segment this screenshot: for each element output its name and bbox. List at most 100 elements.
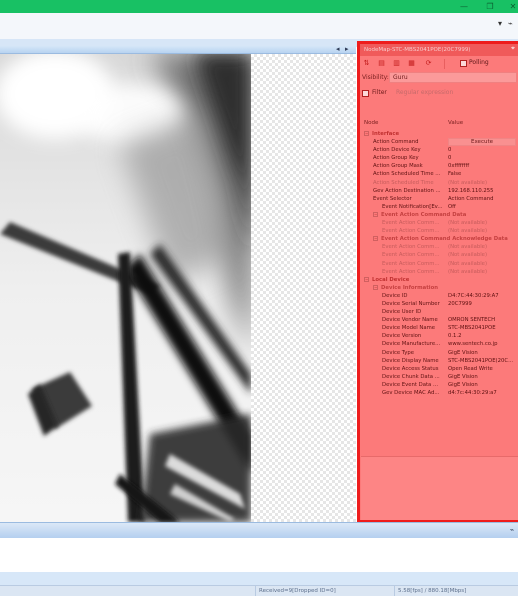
tree-node-row[interactable]: Action Command Execute [360, 138, 518, 147]
scroll-right-icon[interactable]: ▸ [345, 45, 349, 53]
execute-button[interactable]: Execute [448, 138, 516, 147]
tree-node-row[interactable]: Device Model Name STC-MBS2041POE [360, 324, 518, 332]
tree-node-row[interactable]: Event Selector Action Command [360, 195, 518, 203]
node-value[interactable]: STC-MBS2041POE [448, 324, 516, 332]
collapse-icon[interactable]: − [364, 276, 369, 282]
tree-node-row[interactable]: Gev Action Destination ... 192.168.110.25… [360, 187, 518, 195]
panel-pin-icon[interactable]: ⌖ [511, 44, 515, 53]
camera-image-view[interactable] [0, 54, 251, 522]
refresh-icon[interactable]: ⟳ [424, 59, 433, 68]
tree-node-row[interactable]: Device Manufacture... www.sentech.co.jp [360, 340, 518, 348]
node-value[interactable]: Action Command [448, 195, 516, 203]
collapse-icon[interactable]: − [373, 211, 378, 217]
tree-category[interactable]: − Local Device [360, 276, 518, 284]
filter-placeholder: Regular expression [396, 89, 454, 96]
tree-node-row[interactable]: Action Group Mask 0xffffffff [360, 162, 518, 170]
tree-node-row[interactable]: Event Action Comm... (Not available) [360, 251, 518, 259]
node-value[interactable]: GigE Vision [448, 349, 516, 357]
dropdown-arrow-icon[interactable]: ▾ [498, 19, 502, 28]
node-value[interactable]: GigE Vision [448, 373, 516, 381]
tree-node-row[interactable]: Event Action Comm... (Not available) [360, 260, 518, 268]
tree-node-row[interactable]: Device Vendor Name OMRON SENTECH [360, 316, 518, 324]
node-value[interactable]: D4:7C:44:30:29:A7 [448, 292, 516, 300]
toolbar-separator [444, 59, 445, 69]
tree-node-row[interactable]: Event Notification[Ev... Off [360, 203, 518, 211]
node-value[interactable]: Off [448, 203, 516, 211]
node-value[interactable]: False [448, 170, 516, 178]
tree-node-row[interactable]: Device Event Data ... GigE Vision [360, 381, 518, 389]
category-view-icon[interactable]: ▦ [407, 59, 416, 68]
tree-node-row[interactable]: Device Serial Number 20C7999 [360, 300, 518, 308]
polling-checkbox[interactable] [460, 60, 467, 67]
filter-label: Filter [372, 89, 387, 96]
received-status: Received=9[Dropped ID=0] [255, 586, 393, 596]
tree-node-row[interactable]: Event Action Comm... (Not available) [360, 268, 518, 276]
tree-node-row[interactable]: Action Device Key 0 [360, 146, 518, 154]
tree-node-row[interactable]: Device Display Name STC-MBS2041POE(20C... [360, 357, 518, 365]
node-label: Device Chunk Data ... [382, 373, 440, 380]
collapse-icon[interactable]: − [373, 236, 378, 242]
scroll-left-icon[interactable]: ◂ [336, 45, 340, 53]
tree-node-row[interactable]: Event Action Comm... (Not available) [360, 227, 518, 235]
close-button[interactable]: ✕ [505, 0, 518, 13]
node-label: Action Command [373, 139, 419, 146]
tree-node-row[interactable]: Device Type GigE Vision [360, 349, 518, 357]
node-value[interactable]: d4:7c:44:30:29:a7 [448, 389, 516, 397]
node-label: Gev Action Destination ... [373, 187, 441, 194]
node-label: Device ID [382, 292, 408, 299]
expand-all-icon[interactable]: ▤ [377, 59, 386, 68]
node-value[interactable]: GigE Vision [448, 381, 516, 389]
node-label: Action Scheduled Time [373, 179, 434, 186]
panel-title: NodeMap-STC-MBS2041POE(20C7999) [360, 44, 518, 56]
filter-checkbox[interactable] [362, 90, 369, 97]
tree-node-row[interactable]: Device Access Status Open Read Write [360, 365, 518, 373]
node-value[interactable]: www.sentech.co.jp [448, 340, 516, 348]
status-separator [0, 572, 518, 585]
tree-node-row[interactable]: Action Scheduled Time (Not available) [360, 179, 518, 187]
tree-node-row[interactable]: Action Scheduled Time ... False [360, 170, 518, 178]
tree-category[interactable]: − Interface [360, 130, 518, 138]
node-value[interactable]: 192.168.110.255 [448, 187, 516, 195]
node-value: (Not available) [448, 260, 488, 267]
node-label: Device Vendor Name [382, 317, 438, 324]
tree-node-row[interactable]: Device Version 0.1.2 [360, 332, 518, 340]
sort-az-icon[interactable]: ⇅ [362, 59, 371, 68]
tree-node-row[interactable]: Event Action Comm... (Not available) [360, 219, 518, 227]
pin-icon[interactable]: ⌁ [508, 19, 513, 28]
node-value[interactable]: 0.1.2 [448, 332, 516, 340]
node-value[interactable]: 0xffffffff [448, 162, 516, 170]
collapse-icon[interactable]: − [373, 284, 378, 290]
column-header-value[interactable]: Value [448, 120, 463, 126]
node-value[interactable]: STC-MBS2041POE(20C... [448, 357, 516, 365]
tree-node-row[interactable]: Device ID D4:7C:44:30:29:A7 [360, 292, 518, 300]
node-value: (Not available) [448, 228, 488, 235]
node-value[interactable]: 0 [448, 146, 516, 154]
tree-node-row[interactable]: Event Action Comm... (Not available) [360, 243, 518, 251]
node-label: Event Action Comm... [382, 220, 440, 227]
node-value[interactable]: 20C7999 [448, 300, 516, 308]
filter-input[interactable]: Regular expression [393, 88, 517, 98]
tree-node-row[interactable]: Device User ID [360, 308, 518, 316]
tree-node-row[interactable]: Action Group Key 0 [360, 154, 518, 162]
restore-button[interactable]: ❐ [482, 0, 498, 13]
column-header-node[interactable]: Node [364, 120, 378, 126]
tree-category[interactable]: − Event Action Command Data [360, 211, 518, 219]
node-value[interactable]: Open Read Write [448, 365, 516, 373]
application-window: { "window": { "minimize_glyph": "—", "re… [0, 0, 518, 596]
node-label: Action Group Key [373, 155, 419, 162]
visibility-select[interactable]: Guru [389, 72, 517, 83]
dock-pin-icon[interactable]: ⌁ [510, 526, 514, 534]
collapse-icon[interactable]: − [364, 131, 369, 136]
dock-bar: ⌁ [0, 522, 518, 538]
collapse-all-icon[interactable]: ▥ [392, 59, 401, 68]
tree-category[interactable]: − Device Information [360, 284, 518, 292]
tree-category[interactable]: − Event Action Command Acknowledge Data [360, 235, 518, 243]
tree-node-row[interactable]: Device Chunk Data ... GigE Vision [360, 373, 518, 381]
minimize-button[interactable]: — [456, 0, 472, 13]
node-value[interactable]: OMRON SENTECH [448, 316, 516, 324]
node-label: Interface [372, 131, 400, 137]
panel-title-text: NodeMap-STC-MBS2041POE(20C7999) [364, 47, 471, 53]
node-value[interactable]: 0 [448, 154, 516, 162]
image-view-header: ◂ ▸ [0, 45, 356, 54]
tree-node-row[interactable]: Gev Device MAC Ad... d4:7c:44:30:29:a7 [360, 389, 518, 397]
